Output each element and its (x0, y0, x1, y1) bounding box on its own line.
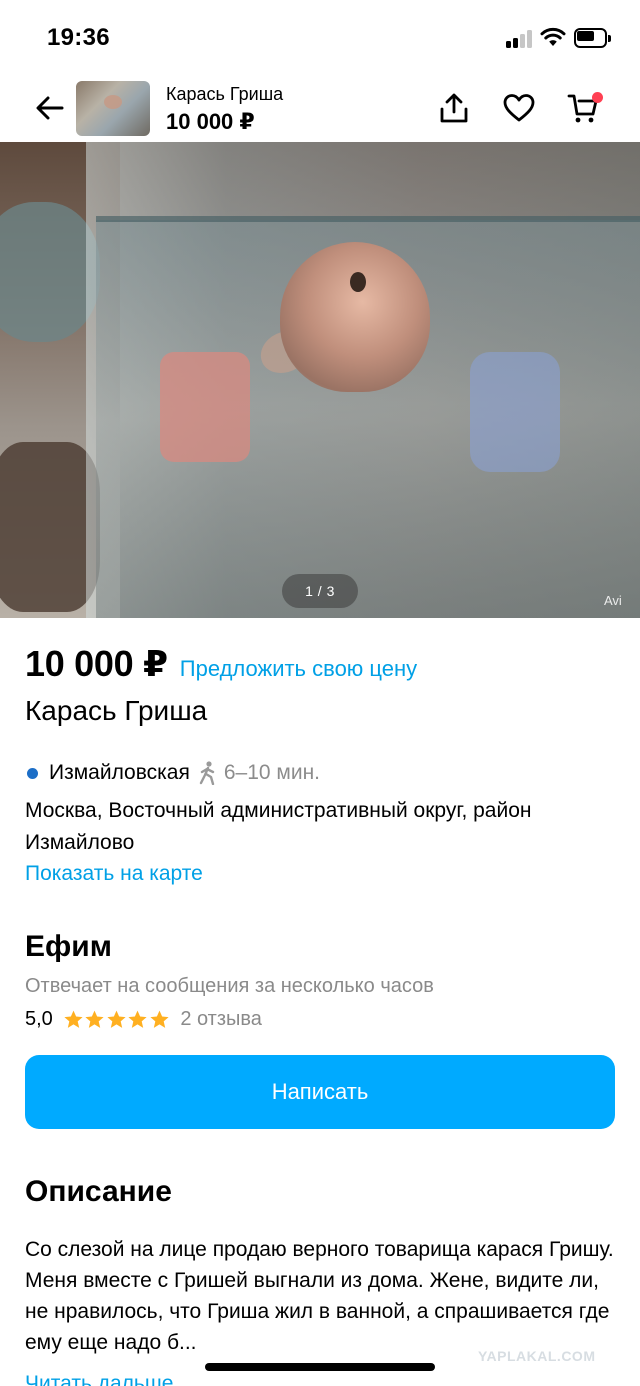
favorite-button[interactable] (499, 88, 539, 128)
back-button[interactable] (30, 88, 70, 128)
description-heading: Описание (25, 1175, 172, 1208)
address: Москва, Восточный административный округ… (25, 799, 532, 854)
reviews-count: 2 отзыва (180, 1008, 262, 1030)
star-icon (150, 1010, 169, 1028)
rating-value: 5,0 (25, 1008, 53, 1030)
description-text: Со слезой на лице продаю верного товарищ… (25, 1238, 614, 1354)
cart-button[interactable] (563, 88, 603, 128)
metro-row: Измайловская 6–10 мин. (25, 761, 320, 785)
rating-stars (63, 1009, 171, 1030)
photo-gallery[interactable]: 1 / 3 Avi (0, 142, 640, 618)
share-button[interactable] (434, 88, 474, 128)
metro-station: Измайловская (49, 761, 190, 784)
wifi-icon (540, 27, 566, 47)
fish-image (280, 242, 430, 392)
seller-reply-time: Отвечает на сообщения за несколько часов (25, 975, 434, 997)
walk-time: 6–10 мин. (223, 761, 321, 784)
price-row: 10 000 ₽ Предложить свою цену (25, 643, 417, 685)
status-time: 19:36 (47, 24, 110, 51)
write-message-button[interactable]: Написать (25, 1055, 615, 1129)
star-icon (107, 1010, 126, 1028)
walking-person-icon (198, 761, 218, 785)
listing-thumbnail[interactable] (76, 81, 150, 136)
arrow-left-icon (36, 96, 64, 120)
status-bar: 19:36 (0, 0, 640, 80)
offer-price-link[interactable]: Предложить свою цену (180, 656, 417, 682)
seller-rating-row[interactable]: 5,0 2 отзыва (25, 1008, 262, 1031)
top-app-bar: Карась Гриша 10 000 ₽ (0, 76, 640, 142)
listing-price: 10 000 ₽ (25, 643, 168, 684)
seller-name[interactable]: Ефим (25, 930, 112, 964)
read-more-link[interactable]: Читать дальше (25, 1372, 173, 1386)
header-title: Карась Гриша (166, 84, 284, 104)
battery-icon (574, 28, 612, 48)
metro-line-icon (27, 767, 38, 779)
star-icon (128, 1010, 147, 1028)
listing-title: Карась Гриша (25, 695, 208, 726)
site-watermark: YAPLAKAL.COM (478, 1348, 596, 1364)
heart-icon (503, 94, 535, 122)
show-on-map-link[interactable]: Показать на карте (25, 862, 203, 886)
photo-watermark: Avi (604, 593, 622, 608)
cellular-signal-icon (506, 30, 534, 48)
header-price: 10 000 ₽ (166, 109, 255, 134)
home-indicator[interactable] (205, 1363, 435, 1371)
share-icon (440, 93, 468, 123)
gallery-page-indicator: 1 / 3 (282, 574, 358, 608)
star-icon (64, 1010, 83, 1028)
star-icon (85, 1010, 104, 1028)
cart-badge (592, 92, 603, 103)
